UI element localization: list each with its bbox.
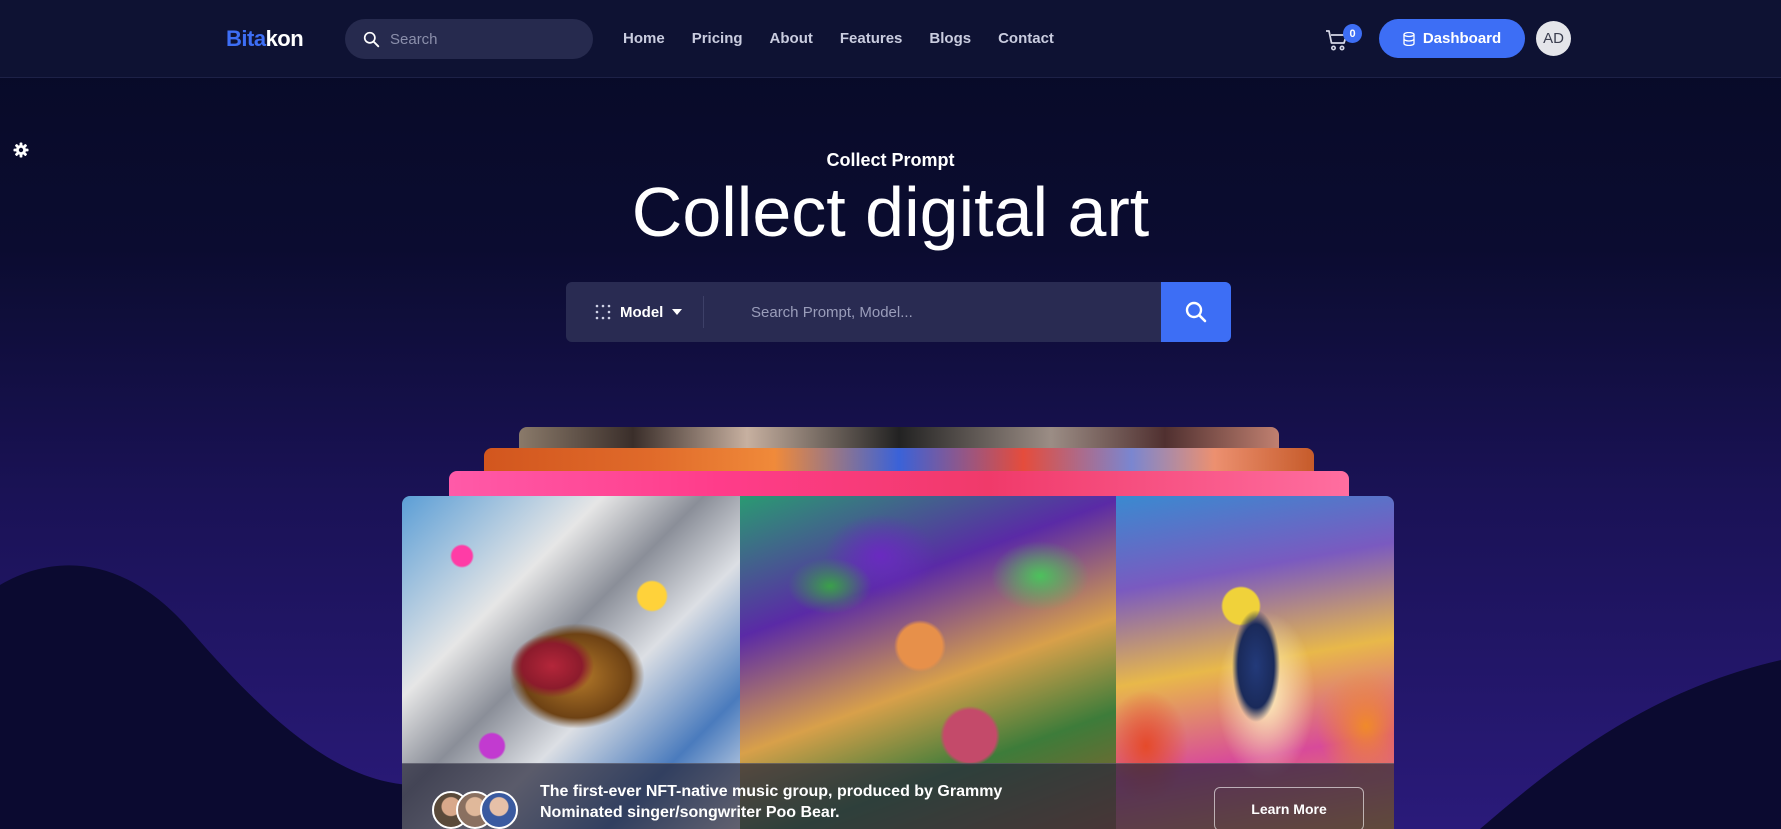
logo-part-1: Bita [226, 26, 266, 51]
search-icon [1185, 301, 1207, 323]
nav-about[interactable]: About [770, 30, 813, 47]
nav-home[interactable]: Home [623, 30, 665, 47]
artist-avatars [432, 791, 522, 829]
nav-pricing[interactable]: Pricing [692, 30, 743, 47]
model-dropdown[interactable]: Model [566, 282, 703, 342]
featured-caption-text: The first-ever NFT-native music group, p… [540, 783, 1003, 821]
grid-dots-icon [595, 304, 611, 320]
database-icon [1403, 31, 1415, 46]
logo-part-2: kon [265, 26, 304, 51]
header-search[interactable] [345, 19, 593, 59]
user-avatar[interactable]: AD [1536, 21, 1571, 56]
logo[interactable]: Bitakon [226, 26, 304, 52]
model-label: Model [620, 303, 664, 321]
cart-count-badge: 0 [1343, 24, 1362, 43]
featured-caption-bar: The first-ever NFT-native music group, p… [402, 763, 1394, 829]
avatar[interactable] [480, 791, 518, 829]
header-search-input[interactable] [390, 30, 570, 48]
prompt-search-input[interactable] [704, 282, 1161, 342]
main-nav: Home Pricing About Features Blogs Contac… [623, 30, 1081, 47]
nav-blogs[interactable]: Blogs [929, 30, 971, 47]
hero-title: Collect digital art [631, 173, 1150, 251]
featured-art-card[interactable]: The first-ever NFT-native music group, p… [402, 496, 1394, 829]
caret-down-icon [672, 309, 683, 315]
prompt-search-bar: Model [566, 282, 1231, 342]
nav-contact[interactable]: Contact [998, 30, 1054, 47]
learn-more-button[interactable]: Learn More [1214, 787, 1364, 829]
hero-eyebrow: Collect Prompt [826, 150, 955, 170]
prompt-search-button[interactable] [1161, 282, 1231, 342]
dashboard-label: Dashboard [1422, 30, 1502, 47]
search-icon [363, 31, 380, 47]
nav-features[interactable]: Features [840, 30, 903, 47]
top-navbar: Bitakon Home Pricing About Features Blog… [0, 0, 1781, 78]
dashboard-button[interactable]: Dashboard [1379, 19, 1525, 58]
